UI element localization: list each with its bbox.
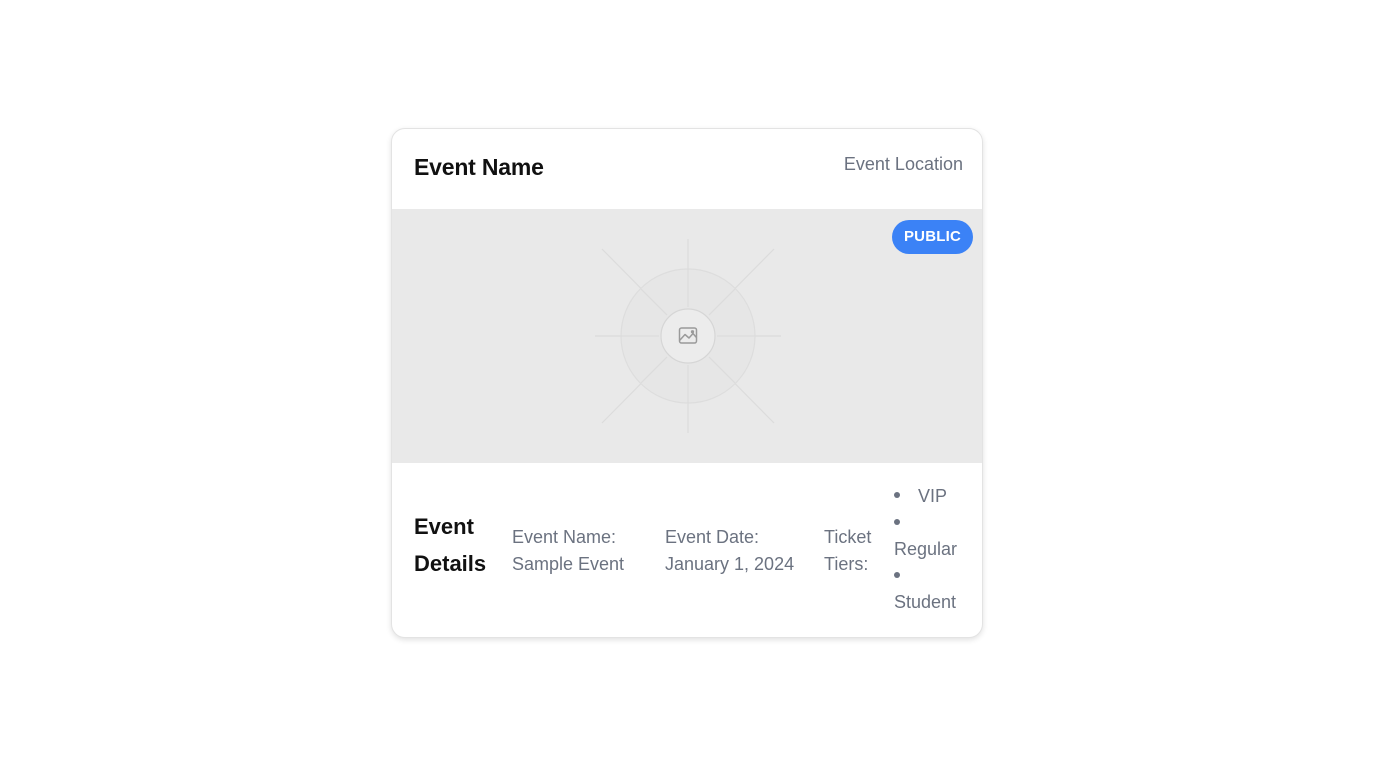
tier-label: Regular [894,539,958,559]
bullet-icon [894,492,900,499]
event-title: Event Name [414,154,544,180]
event-image-placeholder: PUBLIC [392,209,982,463]
list-item: VIP [894,483,974,510]
bullet-icon [894,571,900,578]
visibility-badge: PUBLIC [891,220,973,254]
event-location: Event Location [843,154,963,174]
event-date-value: January 1, 2024 [665,554,795,574]
event-date-field: Event Date: January 1, 2024 [665,524,815,578]
bullet-icon [894,518,900,525]
tier-label: VIP [918,486,948,506]
tier-label: Student [894,592,957,612]
event-name-field: Event Name: Sample Event [512,524,652,578]
details-heading: Event Details [414,514,487,576]
event-details-section: Event Details Event Name: Sample Event E… [392,463,982,637]
list-item: Regular [894,510,974,563]
event-name-label: Event Name: [512,527,617,547]
card-header: Event Name Event Location [392,129,982,209]
ticket-tiers-label: Ticket Tiers: [824,527,872,574]
ticket-tier-list: VIP Regular Student [894,483,974,616]
event-card: Event Name Event Location PUBLIC Event D… [391,128,983,638]
event-date-label: Event Date: [665,527,760,547]
event-name-value: Sample Event [512,554,625,574]
list-item: Student [894,563,974,616]
